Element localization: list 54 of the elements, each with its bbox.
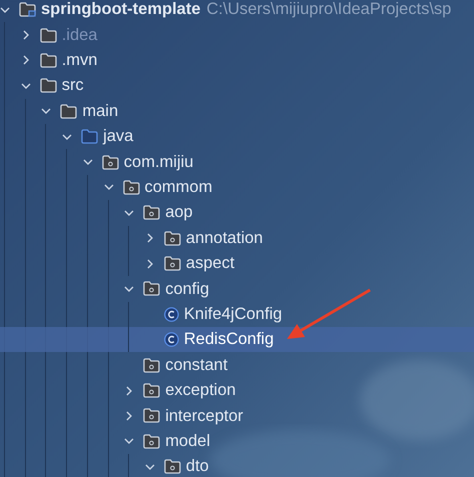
project-path: C:\Users\mijiupro\IdeaProjects\sp [206,0,452,20]
chevron-right-icon[interactable] [124,386,134,396]
folder-icon [40,28,57,43]
chevron-right-icon[interactable] [124,410,134,421]
chevron-down-icon[interactable] [62,132,72,142]
tree-item[interactable]: config [0,276,474,302]
chevron-down-icon[interactable] [124,436,134,446]
tree-item[interactable]: dto [0,454,474,477]
package-folder-icon [143,383,160,398]
chevron-right-icon[interactable] [144,258,155,269]
tree-item[interactable]: commom [0,174,474,200]
tree-item[interactable]: Knife4jConfig [0,302,474,328]
class-icon [164,332,179,348]
package-folder-icon [143,408,160,424]
tree-item[interactable]: constant [0,352,474,378]
package-folder-icon [102,154,119,170]
folder-icon [81,129,98,144]
tree-item[interactable]: exception [0,378,474,404]
package-folder-icon [143,358,160,373]
package-folder-icon [164,230,181,246]
chevron-down-icon[interactable] [124,208,134,218]
chevron-right-icon[interactable] [20,55,31,66]
package-folder-icon [164,459,181,474]
tree-item[interactable]: .mvn [0,48,474,74]
folder-icon [60,104,78,119]
chevron-down-icon[interactable] [144,462,155,472]
tree-item[interactable]: src [0,73,474,99]
chevron-down-icon[interactable] [124,284,134,294]
tree-item[interactable]: com.mijiu [0,149,474,175]
tree-item[interactable]: annotation [0,226,474,251]
package-folder-icon [143,205,160,220]
package-folder-icon [143,281,160,296]
chevron-right-icon[interactable] [144,233,155,244]
tree-item[interactable]: RedisConfig [0,327,474,352]
chevron-down-icon[interactable] [41,106,52,116]
folder-icon [40,52,57,68]
tree-item[interactable]: interceptor [0,403,474,429]
chevron-down-icon[interactable] [0,4,10,15]
project-folder-icon [19,2,36,18]
tree-item[interactable]: main [0,98,474,124]
package-folder-icon [143,434,160,449]
tree-item[interactable]: java [0,124,474,150]
tree-item[interactable]: model [0,428,474,454]
tree-item[interactable]: aop [0,200,474,226]
tree-item[interactable]: springboot-template C:\Users\mijiupro\IdeaProjects\sp [0,0,474,22]
chevron-right-icon[interactable] [20,30,31,40]
package-folder-icon [164,256,181,272]
chevron-down-icon[interactable] [82,157,93,168]
chevron-down-icon[interactable] [104,182,114,192]
package-folder-icon [122,180,140,195]
folder-icon [40,78,57,94]
chevron-down-icon[interactable] [20,80,31,91]
tree-item[interactable]: aspect [0,250,474,276]
class-icon [164,306,179,322]
